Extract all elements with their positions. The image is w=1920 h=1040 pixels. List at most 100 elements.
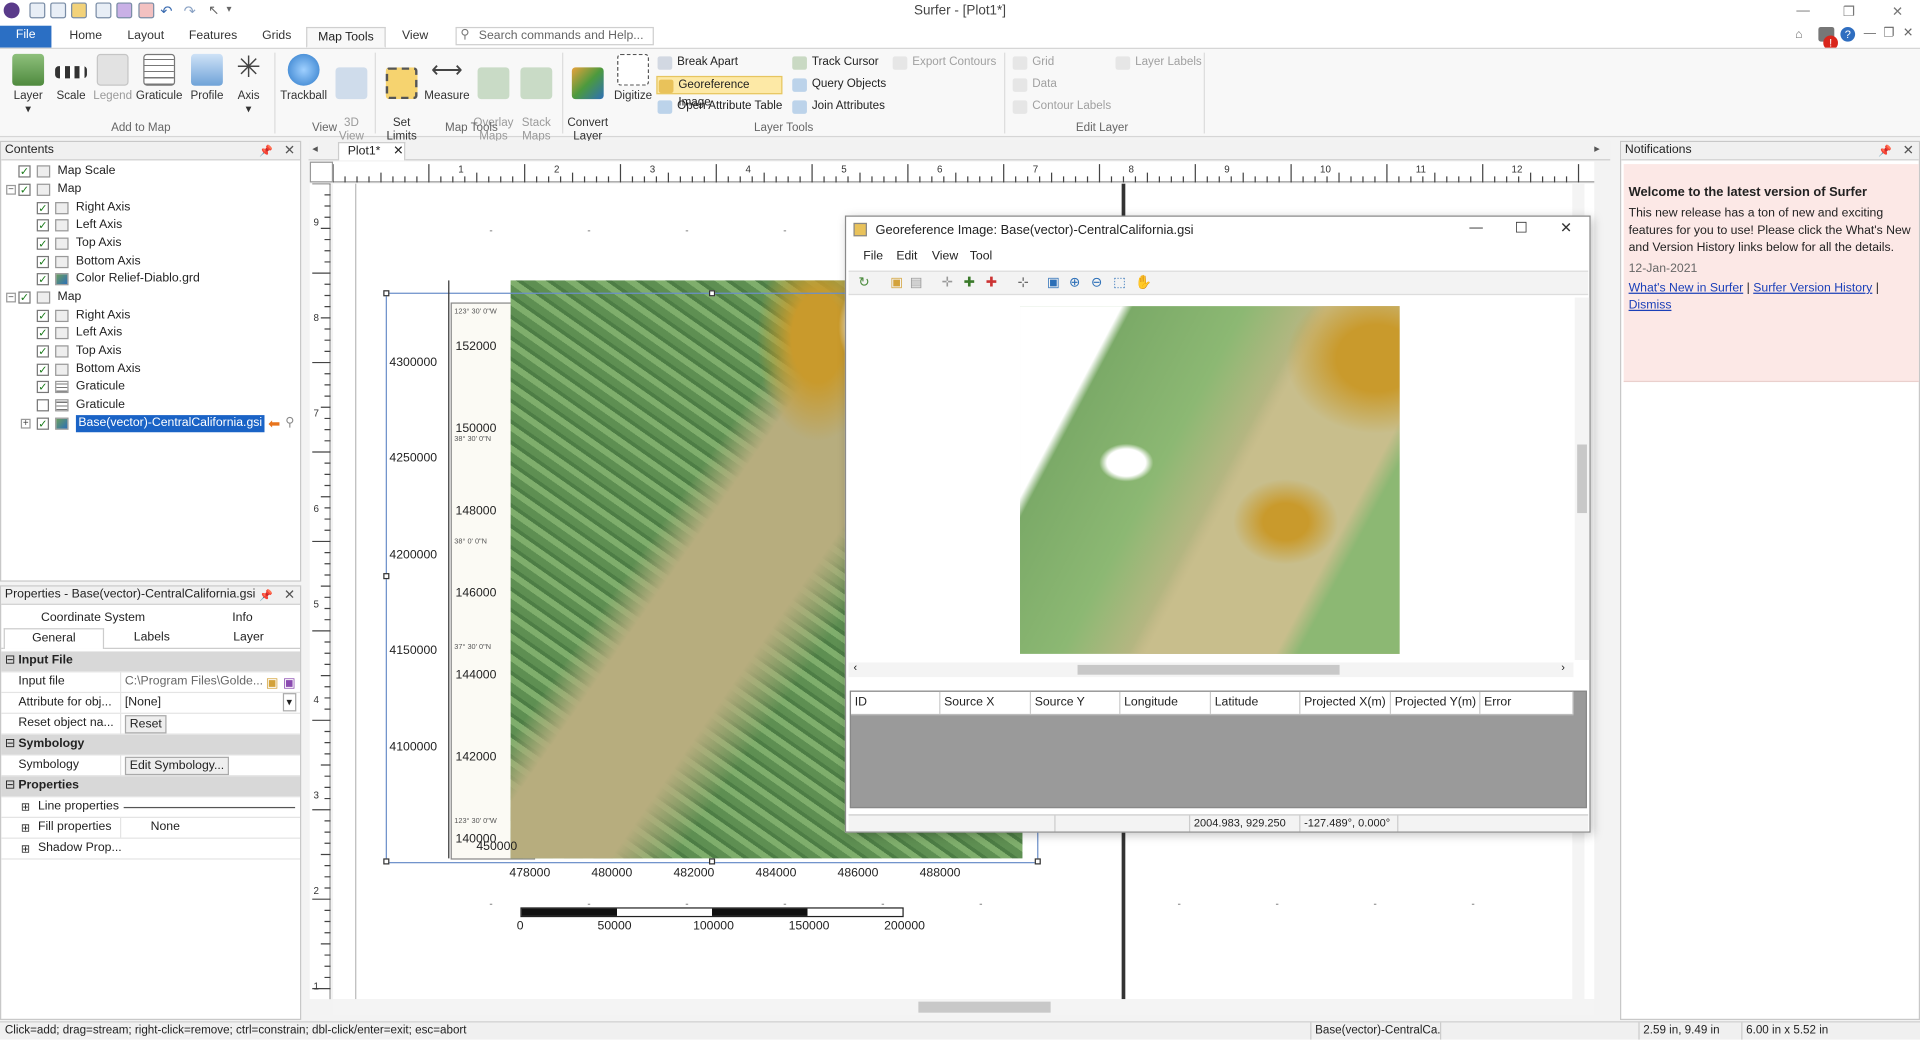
close-icon[interactable]: ✕ [1560,219,1572,236]
edit-symbology-button[interactable]: Edit Symbology... [124,756,230,776]
table-column-header[interactable]: Latitude [1211,691,1301,714]
layer-button[interactable]: Layer ▾ [7,53,49,116]
menu-edit[interactable]: Edit [896,250,917,263]
table-column-header[interactable]: Longitude [1120,691,1212,714]
stack-maps-button[interactable]: Stack Maps [516,54,558,143]
tab-home[interactable]: Home [61,27,110,48]
scale-button[interactable]: Scale [53,54,90,103]
table-column-header[interactable]: Source X [940,691,1032,714]
tree-item[interactable]: ✓ Left Axis [1,324,295,341]
table-column-header[interactable]: Error [1480,691,1574,714]
visibility-checkbox[interactable]: ✓ [36,309,49,323]
refresh-icon[interactable]: ↻ [858,274,869,291]
zoom-fit-icon[interactable]: ▣ [1047,274,1060,291]
tab-layer[interactable]: Layer [200,628,298,648]
close-icon[interactable]: ✕ [284,587,295,604]
set-limits-button[interactable]: Set Limits [382,54,421,143]
visibility-checkbox[interactable]: ✓ [36,417,49,430]
visibility-checkbox[interactable]: ✓ [36,363,49,376]
visibility-checkbox[interactable]: ✓ [18,183,31,196]
control-points-table[interactable]: ID Source X Source Y Longitude Latitude Proje… [849,690,1587,809]
expand-toggle-icon[interactable]: − [6,184,16,195]
tab-layout[interactable]: Layout [120,27,171,48]
visibility-checkbox[interactable]: ✓ [36,202,49,215]
tab-general[interactable]: General [3,628,105,649]
category-properties[interactable]: ⊟ Properties [1,776,301,798]
scroll-right-icon[interactable]: ▸ [1594,142,1600,155]
tab-grids[interactable]: Grids [253,27,300,48]
close-tab-icon[interactable]: ✕ [393,143,403,160]
add-point-icon[interactable]: ✛ [942,274,953,291]
tree-item[interactable]: ✓ Bottom Axis [1,361,295,378]
zoom-in-icon[interactable]: ⊕ [1069,274,1080,291]
tab-view[interactable]: View [392,27,439,48]
table-column-header[interactable]: Projected X(m) [1300,691,1392,714]
tab-info[interactable]: Info [185,609,300,629]
add-control-point-icon[interactable]: ✚ [964,274,975,291]
visibility-checkbox[interactable]: ✓ [36,219,49,232]
tab-labels[interactable]: Labels [104,628,200,648]
axis-button[interactable]: ✳ Axis ▾ [230,53,267,116]
query-objects-button[interactable]: Query Objects [791,76,889,94]
visibility-checkbox[interactable]: ✓ [18,291,31,304]
selection-handle[interactable] [383,573,390,580]
doc-restore-icon[interactable]: ❐ [1883,27,1894,40]
close-icon[interactable]: ✕ [284,142,295,159]
tree-item[interactable]: ✓ Right Axis [1,200,295,217]
command-search-input[interactable]: Search commands and Help... [455,26,654,46]
shadow-properties-row[interactable]: ⊞ Shadow Prop... [1,839,301,860]
visibility-checkbox[interactable]: ✓ [36,326,49,340]
scale-bar[interactable] [520,907,904,918]
tree-item[interactable]: − ✓ Map [1,289,295,306]
doc-minimize-icon[interactable]: — [1864,27,1876,40]
save-file-icon[interactable]: ▣ [283,673,296,693]
window-minimize-icon[interactable]: — [1796,4,1809,19]
help-icon[interactable]: ? [1840,26,1856,42]
selection-handle[interactable] [383,290,390,297]
horizontal-scroll-thumb[interactable] [918,1001,1051,1013]
visibility-checkbox[interactable]: ✓ [36,237,49,250]
delete-point-icon[interactable]: ✚ [986,274,997,291]
source-raster-image[interactable] [1020,306,1400,654]
tree-item[interactable]: ✓ Graticule [1,378,295,395]
tree-item[interactable]: ✓ Top Axis [1,235,295,252]
tree-item[interactable]: ✓ Color Relief-Diablo.grd [1,271,295,288]
fill-properties-row[interactable]: ⊞ Fill properties None [1,817,301,839]
tree-item[interactable]: ✓ Map Scale [1,163,295,180]
graticule-button[interactable]: Graticule [135,53,184,103]
expand-toggle-icon[interactable]: + [20,418,31,429]
profile-button[interactable]: Profile [186,53,228,103]
version-history-link[interactable]: Surfer Version History [1753,282,1872,295]
visibility-checkbox[interactable]: ✓ [36,255,49,269]
zoom-out-icon[interactable]: ⊖ [1091,274,1102,291]
contour-labels-button[interactable]: Contour Labels [1011,98,1121,116]
image-horizontal-scroll-thumb[interactable] [1077,664,1340,675]
selection-handle[interactable] [708,290,716,297]
zoom-rect-icon[interactable]: ⬚ [1113,274,1126,291]
line-properties-row[interactable]: ⊞ Line properties [1,797,301,818]
visibility-checkbox[interactable]: ✓ [18,165,31,178]
tree-item[interactable]: ✓ Right Axis [1,307,295,324]
tree-item[interactable]: ✓ Bottom Axis [1,253,295,270]
home-icon[interactable]: ⌂ [1795,28,1802,41]
scroll-right-icon[interactable]: › [1561,661,1565,673]
digitize-button[interactable]: Digitize [611,53,655,103]
tab-file[interactable]: File [0,25,52,48]
open-folder-icon[interactable]: ▣ [266,673,279,693]
maximize-icon[interactable]: ☐ [1515,219,1528,236]
visibility-checkbox[interactable]: ✓ [36,273,49,286]
pin-icon[interactable]: 📌 [259,587,273,604]
image-horizontal-scrollbar[interactable]: ‹ › [848,661,1574,678]
tree-item[interactable]: + ✓ Base(vector)-CentralCalifornia.gsi ⬅ ⚲ [1,415,295,433]
table-column-header[interactable]: Source Y [1031,691,1121,714]
select-points-icon[interactable]: ⊹ [1018,274,1029,291]
image-vertical-scrollbar[interactable] [1574,297,1590,661]
doc-close-icon[interactable]: ✕ [1903,27,1913,40]
selection-handle[interactable] [383,858,390,865]
menu-tool[interactable]: Tool [970,250,992,263]
scroll-left-icon[interactable]: ‹ [853,661,857,673]
join-attributes-button[interactable]: Join Attributes [791,98,889,116]
tree-item[interactable]: ✓ Left Axis [1,217,295,234]
table-column-header[interactable]: ID [851,691,941,714]
window-restore-icon[interactable]: ❐ [1843,4,1855,20]
